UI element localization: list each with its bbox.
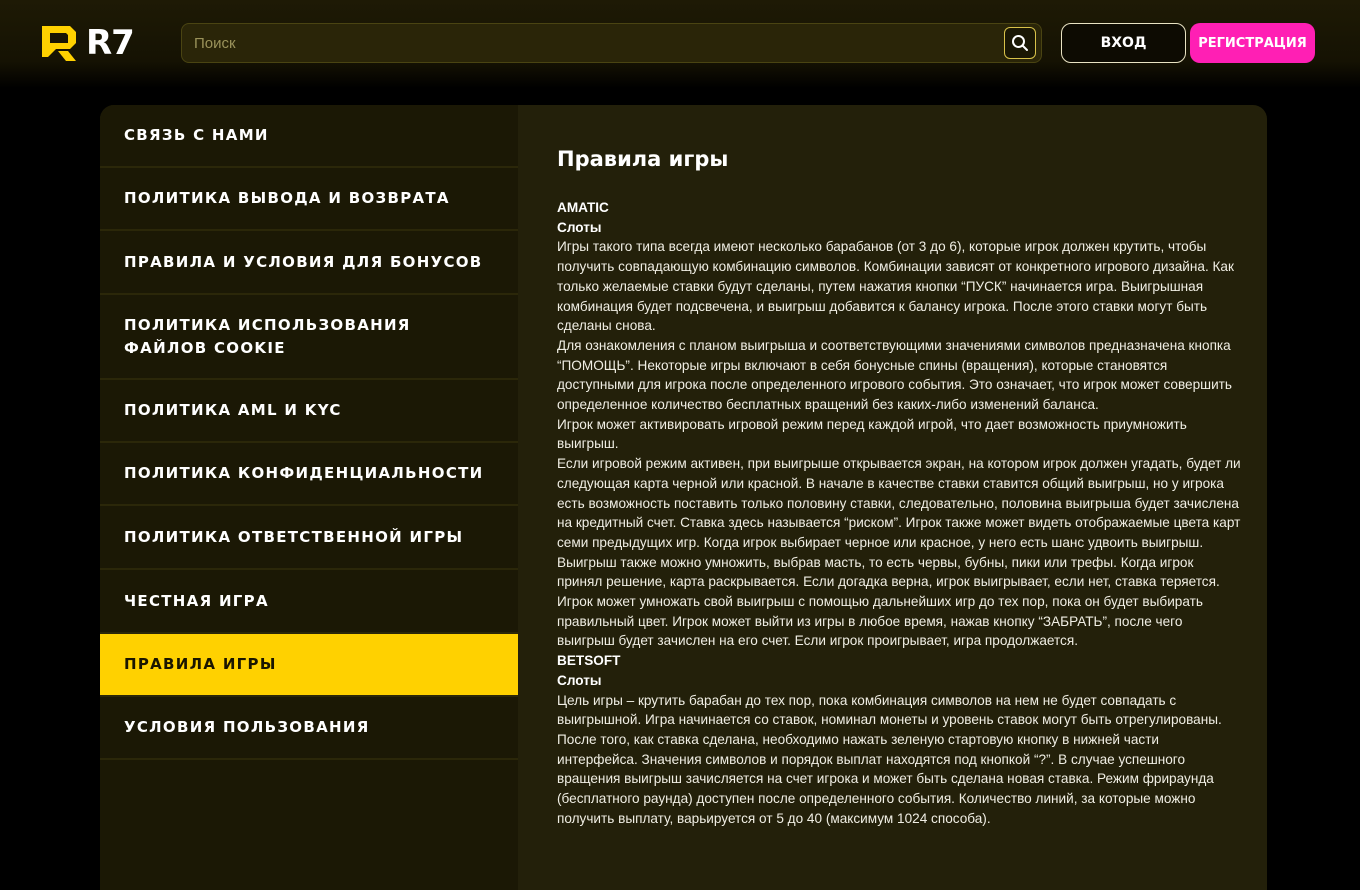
sidebar-item-fair-play[interactable]: ЧЕСТНАЯ ИГРА — [100, 570, 518, 634]
paragraph: Игрок может активировать игровой режим п… — [557, 416, 1187, 452]
rules-text: AMATIC Слоты Игры такого типа всегда име… — [557, 198, 1242, 829]
paragraph: Цель игры – крутить барабан до тех пор, … — [557, 692, 1222, 826]
content-panel: СВЯЗЬ С НАМИ ПОЛИТИКА ВЫВОДА И ВОЗВРАТА … — [100, 105, 1267, 890]
sidebar-item-game-rules[interactable]: ПРАВИЛА ИГРЫ — [100, 634, 518, 697]
sidebar-item-responsible-gaming[interactable]: ПОЛИТИКА ОТВЕТСТВЕННОЙ ИГРЫ — [100, 506, 518, 570]
search-input[interactable] — [182, 24, 982, 62]
login-button[interactable]: ВХОД — [1061, 23, 1186, 63]
sidebar-item-terms-of-use[interactable]: УСЛОВИЯ ПОЛЬЗОВАНИЯ — [100, 697, 518, 760]
logo-mark-icon — [42, 26, 76, 61]
site-logo[interactable]: R7 — [40, 22, 135, 64]
sidebar-item-privacy[interactable]: ПОЛИТИКА КОНФИДЕНЦИАЛЬНОСТИ — [100, 443, 518, 506]
search-button[interactable] — [1004, 27, 1036, 59]
main-content: Правила игры AMATIC Слоты Игры такого ти… — [557, 105, 1247, 890]
sidebar-item-withdrawal-policy[interactable]: ПОЛИТИКА ВЫВОДА И ВОЗВРАТА — [100, 168, 518, 231]
paragraph: Для ознакомления с планом выигрыша и соо… — [557, 337, 1232, 413]
register-button[interactable]: РЕГИСТРАЦИЯ — [1190, 23, 1315, 63]
section-subtitle: Слоты — [557, 672, 602, 688]
paragraph: Если игровой режим активен, при выигрыше… — [557, 456, 1241, 649]
sidebar-item-cookie-policy[interactable]: ПОЛИТИКА ИСПОЛЬЗОВАНИЯ ФАЙЛОВ COOKIE — [100, 295, 518, 380]
sidebar-item-aml-kyc[interactable]: ПОЛИТИКА AML И KYC — [100, 380, 518, 443]
sidebar-item-contact[interactable]: СВЯЗЬ С НАМИ — [100, 105, 518, 168]
paragraph: Игры такого типа всегда имеют несколько … — [557, 239, 1234, 334]
top-header: R7 ВХОД РЕГИСТРАЦИЯ — [0, 0, 1360, 88]
page-title: Правила игры — [557, 147, 729, 171]
section-subtitle: Слоты — [557, 219, 602, 235]
sidebar-nav: СВЯЗЬ С НАМИ ПОЛИТИКА ВЫВОДА И ВОЗВРАТА … — [100, 105, 518, 890]
search-icon — [1012, 35, 1028, 51]
provider-heading-amatic: AMATIC — [557, 200, 609, 215]
provider-heading-betsoft: BETSOFT — [557, 653, 621, 669]
sidebar-item-bonus-terms[interactable]: ПРАВИЛА И УСЛОВИЯ ДЛЯ БОНУСОВ — [100, 231, 518, 295]
search-bar — [181, 23, 1042, 63]
logo-text: R7 — [86, 23, 135, 63]
